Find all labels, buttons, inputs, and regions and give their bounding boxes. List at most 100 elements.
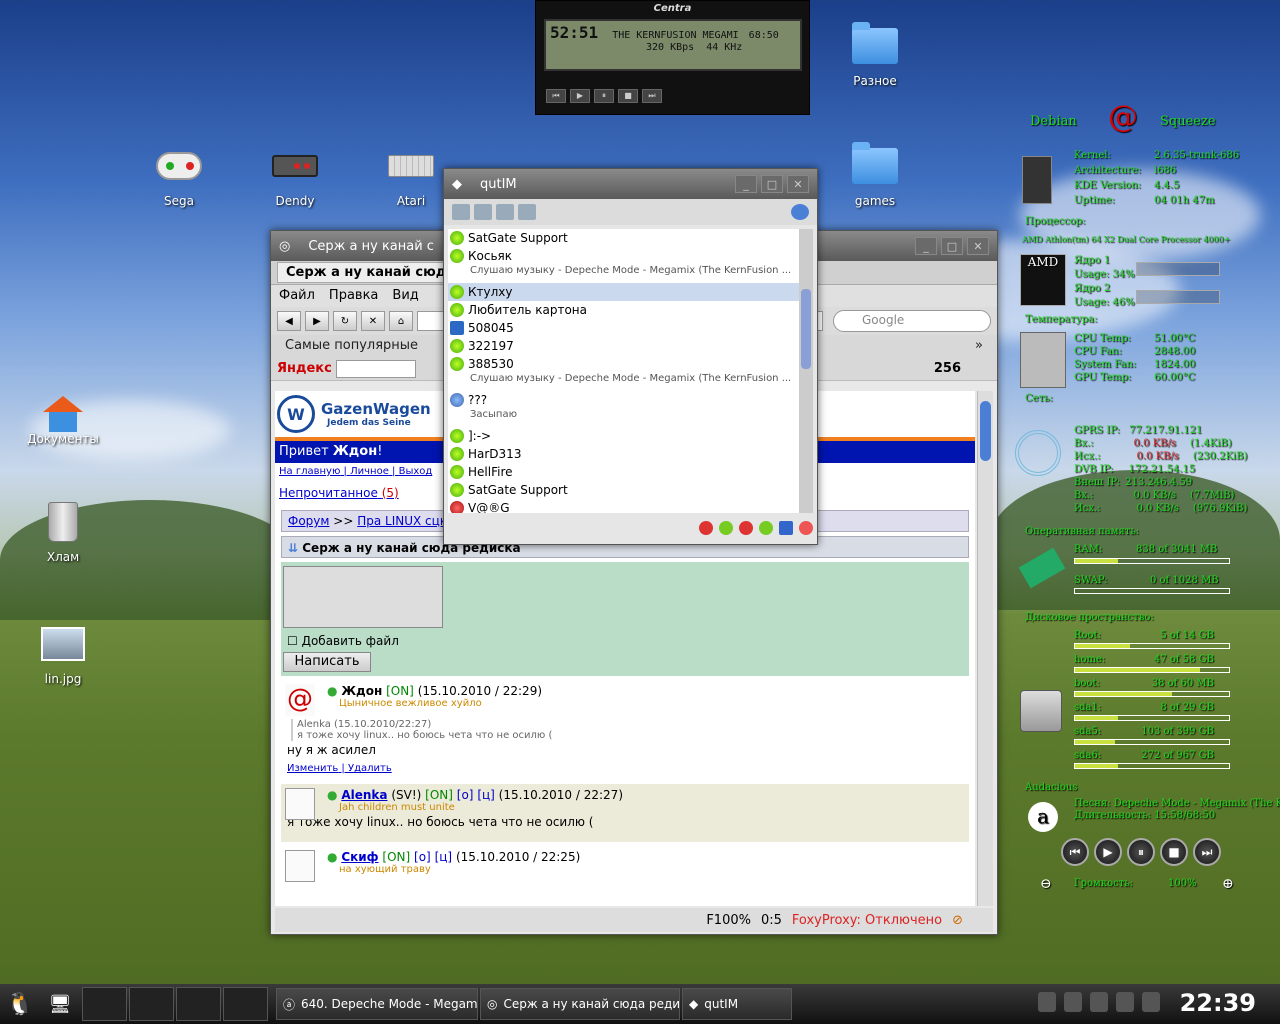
- contact-item[interactable]: V@®G: [448, 499, 800, 513]
- contact-item[interactable]: Любитель картона: [448, 301, 800, 319]
- crumb-section[interactable]: Пра LINUX сцко: [357, 514, 454, 528]
- contact-list-scrollbar[interactable]: [799, 229, 813, 513]
- volume-down-icon[interactable]: ⊖: [1040, 876, 1052, 892]
- clock[interactable]: 22:39: [1180, 989, 1256, 1017]
- desktop-icon-trash[interactable]: Хлам: [15, 498, 111, 564]
- addon-icon[interactable]: ⊘: [952, 913, 963, 928]
- edit-link[interactable]: Изменить: [287, 763, 338, 774]
- minimize-button[interactable]: _: [915, 237, 937, 255]
- prev-icon[interactable]: ⏮: [1061, 838, 1089, 866]
- minimize-button[interactable]: _: [735, 175, 757, 193]
- home-icon[interactable]: ⌂: [389, 311, 413, 331]
- contact-item[interactable]: ???: [448, 391, 800, 409]
- stop-icon[interactable]: ■: [618, 89, 638, 103]
- contacts-icon[interactable]: [474, 204, 492, 220]
- play-icon[interactable]: ▶: [570, 89, 590, 103]
- task-qutim[interactable]: ◆ qutIM: [682, 988, 792, 1020]
- contact-item[interactable]: ]:->: [448, 427, 800, 445]
- link-o[interactable]: [o]: [457, 788, 474, 802]
- info-icon[interactable]: [1142, 992, 1160, 1012]
- menu-edit[interactable]: Правка: [329, 288, 378, 304]
- reply-textarea[interactable]: [283, 566, 443, 628]
- task-browser[interactable]: ◎ Серж а ну канай сюда реди: [480, 988, 680, 1020]
- link-c[interactable]: [ц]: [435, 850, 453, 864]
- close-button[interactable]: ✕: [967, 237, 989, 255]
- maximize-button[interactable]: □: [761, 175, 783, 193]
- back-icon[interactable]: ◀: [277, 311, 301, 331]
- account-status-icon[interactable]: [779, 521, 793, 535]
- link-logout[interactable]: Выход: [399, 466, 433, 477]
- task-audacious[interactable]: ⓐ 640. Depeche Mode - Megam: [276, 988, 478, 1020]
- foxyproxy-status[interactable]: FoxyProxy: Отключено: [792, 913, 942, 928]
- contact-item[interactable]: HellFire: [448, 463, 800, 481]
- link-c[interactable]: [ц]: [477, 788, 495, 802]
- pause-icon[interactable]: ⏸: [594, 89, 614, 103]
- contact-item[interactable]: 388530: [448, 355, 800, 373]
- contact-item[interactable]: SatGate Support: [448, 481, 800, 499]
- account-status-icon[interactable]: [699, 521, 713, 535]
- desktop-pager-2[interactable]: [129, 987, 174, 1021]
- volume-icon[interactable]: [1038, 992, 1056, 1012]
- close-button[interactable]: ✕: [787, 175, 809, 193]
- qutim-tray-icon[interactable]: [1090, 992, 1108, 1012]
- groups-icon[interactable]: [496, 204, 514, 220]
- maximize-button[interactable]: □: [941, 237, 963, 255]
- computer-icon[interactable]: 🖥: [40, 984, 80, 1024]
- account-status-icon[interactable]: [739, 521, 753, 535]
- desktop-icon-games[interactable]: games: [827, 142, 923, 208]
- post-author[interactable]: Скиф: [341, 850, 378, 864]
- search-input[interactable]: Google: [833, 310, 991, 332]
- stop-load-icon[interactable]: ✕: [361, 311, 385, 331]
- account-status-icon[interactable]: [719, 521, 733, 535]
- page-scrollbar[interactable]: [977, 391, 993, 906]
- zoom-level[interactable]: F100%: [706, 913, 751, 928]
- desktop-icon-dendy[interactable]: Dendy: [247, 142, 343, 208]
- crumb-forum[interactable]: Форум: [288, 514, 329, 528]
- desktop-pager-4[interactable]: [223, 987, 268, 1021]
- volume-up-icon[interactable]: ⊕: [1222, 876, 1234, 892]
- contact-item[interactable]: 508045: [448, 319, 800, 337]
- linux-tux-icon[interactable]: 🐧: [0, 984, 40, 1024]
- desktop-icon-raznoe[interactable]: Разное: [827, 22, 923, 88]
- desktop-icon-sega[interactable]: Sega: [131, 142, 227, 208]
- pause-icon[interactable]: ⏸: [1127, 838, 1155, 866]
- stop-icon[interactable]: ■: [1160, 838, 1188, 866]
- qutim-titlebar[interactable]: ◆ qutIM _ □ ✕: [444, 169, 817, 199]
- menu-icon[interactable]: [452, 204, 470, 220]
- menu-file[interactable]: Файл: [279, 288, 315, 304]
- play-icon[interactable]: ▶: [1094, 838, 1122, 866]
- post-author[interactable]: Alenka: [341, 788, 387, 802]
- browser-tab[interactable]: Серж а ну канай сюда редиска: [277, 262, 457, 283]
- bookmarks-overflow-icon[interactable]: »: [975, 338, 983, 354]
- account-status-icon[interactable]: [799, 521, 813, 535]
- battery-icon[interactable]: [1064, 992, 1082, 1012]
- menu-view[interactable]: Вид: [392, 288, 418, 304]
- desktop-icon-documents[interactable]: Документы: [15, 380, 111, 446]
- desktop-pager-3[interactable]: [176, 987, 221, 1021]
- post-author[interactable]: Ждон: [341, 684, 382, 698]
- add-file-checkbox[interactable]: ☐ Добавить файл: [287, 634, 399, 648]
- info-icon[interactable]: [791, 204, 809, 220]
- contact-item[interactable]: HarD313: [448, 445, 800, 463]
- next-icon[interactable]: ⏭: [1193, 838, 1221, 866]
- link-o[interactable]: [o]: [414, 850, 431, 864]
- bookmark-popular[interactable]: Самые популярные: [285, 338, 418, 354]
- contact-item[interactable]: Косьяк: [448, 247, 800, 265]
- forward-icon[interactable]: ▶: [305, 311, 329, 331]
- contact-item[interactable]: Ктулху: [448, 283, 800, 301]
- sound-icon[interactable]: [518, 204, 536, 220]
- audacious-tray-icon[interactable]: [1116, 992, 1134, 1012]
- prev-icon[interactable]: ⏮: [546, 89, 566, 103]
- link-home[interactable]: На главную: [279, 466, 340, 477]
- account-status-icon[interactable]: [759, 521, 773, 535]
- desktop-pager-1[interactable]: [82, 987, 127, 1021]
- contact-item[interactable]: 322197: [448, 337, 800, 355]
- desktop-icon-lin-jpg[interactable]: lin.jpg: [15, 620, 111, 686]
- delete-link[interactable]: Удалить: [348, 763, 392, 774]
- reload-icon[interactable]: ↻: [333, 311, 357, 331]
- submit-button[interactable]: Написать: [283, 652, 371, 672]
- link-personal[interactable]: Личное: [350, 466, 389, 477]
- next-icon[interactable]: ⏭: [642, 89, 662, 103]
- contact-item[interactable]: SatGate Support: [448, 229, 800, 247]
- yandex-search-input[interactable]: [335, 359, 416, 378]
